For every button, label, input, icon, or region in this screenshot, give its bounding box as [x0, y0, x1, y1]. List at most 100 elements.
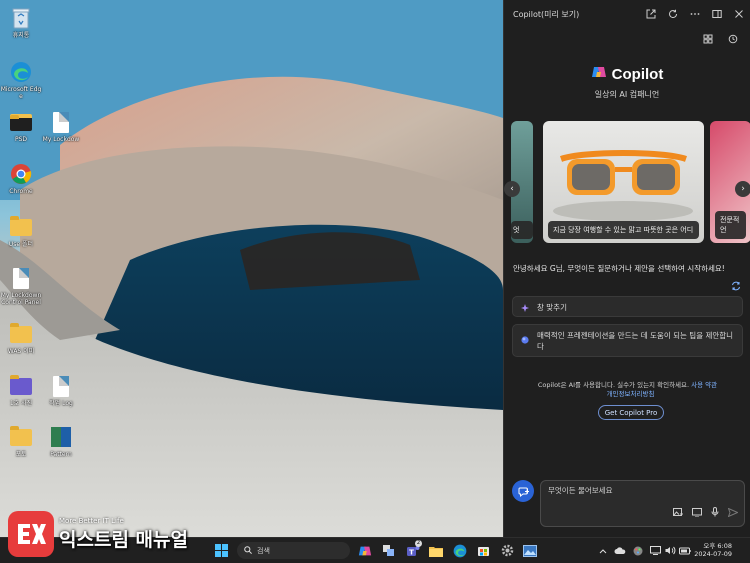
card-caption: 지금 당장 여행할 수 있는 맑고 따뜻한 곳은 어디 — [548, 221, 699, 239]
teams-icon[interactable]: T 2 — [404, 540, 422, 559]
ask-anything-input[interactable] — [548, 486, 738, 495]
desktop-icon-folder[interactable]: WAS 이미 — [0, 322, 42, 355]
desktop-icon-folder[interactable]: Use 폴더 — [0, 215, 42, 248]
settings-gear-icon[interactable] — [499, 542, 516, 559]
greeting-text: 안녕하세요 G님, 무엇이든 질문하거나 제안을 선택하여 시작하세요! — [513, 264, 725, 273]
suggestion-label: 창 맞추기 — [537, 303, 567, 312]
privacy-link[interactable]: 개인정보처리방침 — [607, 390, 655, 398]
desktop-icon-chrome[interactable]: Chrome — [0, 162, 42, 195]
refresh-icon[interactable] — [662, 3, 684, 25]
chrome-icon — [9, 162, 33, 186]
disclaimer-text: Copilot은 AI를 사용합니다. 실수가 있는지 확인하세요. — [537, 381, 690, 389]
prompt-carousel: 엇 지금 당장 여행할 수 있는 맑고 따뜻한 곳은 어디 전문적 언 ‹ › — [504, 121, 750, 243]
desktop-icon-psd[interactable]: PSD — [0, 110, 42, 143]
plugins-grid-icon[interactable] — [697, 28, 719, 50]
watermark-title: 익스트림 매뉴얼 — [59, 528, 188, 551]
desktop-icon-label: Microsoft Edge — [0, 86, 42, 100]
tagline: 일상의 AI 컴패니언 — [594, 90, 660, 99]
folder-icon — [9, 110, 33, 134]
window-title: Copilot(미리 보기) — [513, 9, 580, 19]
document-icon — [9, 266, 33, 290]
desktop-icon-folder[interactable]: 1호 사진 — [0, 374, 42, 407]
microphone-icon[interactable] — [711, 502, 719, 521]
chevron-left-icon: ‹ — [510, 184, 514, 194]
watermark-logo-icon — [8, 511, 54, 557]
edge-taskbar-icon[interactable] — [451, 542, 468, 559]
copilot-logo-icon — [591, 64, 607, 84]
desktop-icon-label: My Lockdown Control Panel — [0, 292, 42, 306]
suggestion-fit-window[interactable]: 창 맞추기 — [512, 296, 743, 317]
desktop-icon-label: My Lockdow — [42, 136, 80, 143]
clock-time: 오후 6:08 — [703, 542, 732, 550]
folder-icon — [9, 322, 33, 346]
edge-icon — [9, 60, 33, 84]
document-icon — [49, 110, 73, 134]
refresh-suggestions-icon[interactable] — [731, 276, 741, 295]
watermark-text: More Better IT Life 익스트림 매뉴얼 — [59, 517, 188, 552]
card-caption: 전문적 언 — [715, 211, 746, 239]
copilot-taskbar-icon[interactable] — [356, 542, 373, 559]
close-icon[interactable] — [728, 3, 750, 25]
desktop-icon-label: 휴지통 — [12, 32, 30, 39]
terms-link[interactable]: 사용 약관 — [691, 381, 717, 389]
history-icon[interactable] — [722, 28, 744, 50]
taskbar-search[interactable]: 검색 — [237, 542, 350, 559]
copilot-brand: Copilot 일상의 AI 컴패니언 — [504, 64, 750, 100]
clock-date: 2024-07-09 — [694, 550, 732, 558]
desktop-icon-label: Pattern — [50, 451, 72, 458]
desktop-icon-label: WAS 이미 — [7, 348, 35, 355]
notification-badge: 2 — [415, 540, 422, 547]
ai-disclaimer: Copilot은 AI를 사용합니다. 실수가 있는지 확인하세요. 사용 약관… — [534, 381, 721, 399]
carousel-prev-button[interactable]: ‹ — [504, 181, 520, 197]
card-caption: 엇 — [511, 221, 533, 239]
brand-name: Copilot — [611, 65, 664, 83]
store-icon[interactable] — [475, 542, 492, 559]
task-view-icon[interactable] — [380, 542, 397, 559]
color-palette-icon[interactable] — [631, 542, 645, 559]
suggestion-presentation-tips[interactable]: 매력적인 프레젠테이션을 만드는 데 도움이 되는 팁을 제안합니다 — [512, 324, 743, 357]
desktop-icon-document[interactable]: My Lockdown Control Panel — [0, 266, 42, 306]
folder-icon — [9, 425, 33, 449]
desktop-icon-label: 포토 — [15, 451, 27, 458]
copilot-orb-icon — [521, 336, 529, 347]
photos-app-icon[interactable] — [521, 542, 538, 559]
desktop-icon-recycle-bin[interactable]: 휴지통 — [0, 6, 42, 39]
copilot-subbar — [504, 28, 750, 50]
desktop-icon-label: Use 폴더 — [8, 241, 34, 248]
document-icon — [49, 374, 73, 398]
desktop-icon-label: 작업 Log — [49, 400, 73, 407]
desktop-icon-app[interactable]: Pattern — [40, 425, 82, 458]
dock-panel-icon[interactable] — [706, 3, 728, 25]
desktop-wallpaper: 휴지통 Microsoft Edge PSD Chrome Use 폴더 My … — [0, 0, 503, 537]
desktop-icon-document[interactable]: My Lockdow — [40, 110, 82, 143]
system-clock[interactable]: 오후 6:08 2024-07-09 — [690, 542, 732, 558]
network-icon[interactable] — [648, 542, 662, 559]
onedrive-cloud-icon[interactable] — [613, 542, 627, 559]
start-button[interactable] — [213, 542, 230, 559]
desktop-icon-folder[interactable]: 포토 — [0, 425, 42, 458]
search-placeholder: 검색 — [257, 546, 270, 555]
site-watermark: More Better IT Life 익스트림 매뉴얼 — [8, 510, 188, 558]
file-explorer-icon[interactable] — [427, 542, 444, 559]
search-icon — [244, 545, 252, 556]
chat-composer — [540, 480, 745, 527]
desktop-icon-label: 1호 사진 — [9, 400, 33, 407]
add-image-icon[interactable] — [673, 502, 683, 521]
screenshot-icon[interactable] — [692, 502, 702, 521]
desktop-icon-document[interactable]: 작업 Log — [40, 374, 82, 407]
watermark-slogan: More Better IT Life — [59, 516, 124, 525]
sparkle-icon — [521, 304, 529, 315]
suggestion-label: 매력적인 프레젠테이션을 만드는 데 도움이 되는 팁을 제안합니다 — [537, 331, 734, 351]
open-in-new-icon[interactable] — [640, 3, 662, 25]
chevron-up-icon[interactable] — [596, 542, 610, 559]
get-copilot-pro-button[interactable]: Get Copilot Pro — [598, 405, 664, 420]
volume-icon[interactable] — [663, 542, 677, 559]
copilot-panel: Copilot(미리 보기) Copilot 일상의 AI 컴패니언 엇 지금 … — [503, 0, 750, 537]
send-icon[interactable] — [727, 502, 739, 521]
carousel-next-button[interactable]: › — [735, 181, 750, 197]
more-options-icon[interactable] — [684, 3, 706, 25]
desktop-icon-edge[interactable]: Microsoft Edge — [0, 60, 42, 100]
suggestion-card[interactable]: 지금 당장 여행할 수 있는 맑고 따뜻한 곳은 어디 — [543, 121, 704, 243]
svg-text:T: T — [409, 548, 414, 556]
new-topic-button[interactable] — [512, 480, 534, 502]
